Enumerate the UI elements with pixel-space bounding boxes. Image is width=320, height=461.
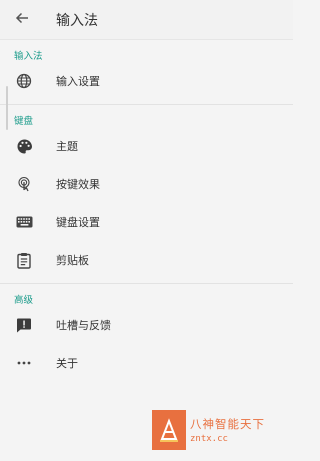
app-bar: 输入法 xyxy=(0,0,293,40)
section-header-keyboard: 键盘 xyxy=(14,116,34,127)
menu-item-label: 吐槽与反馈 xyxy=(56,319,111,332)
watermark-url: zntx.cc xyxy=(190,434,228,444)
menu-item-label: 输入设置 xyxy=(56,75,100,88)
menu-item-label: 按键效果 xyxy=(56,178,100,191)
clipboard-icon xyxy=(13,249,35,271)
section-header-ime: 输入法 xyxy=(14,51,43,62)
globe-icon xyxy=(13,70,35,92)
menu-item-clipboard[interactable]: 剪贴板 xyxy=(0,241,293,279)
palette-icon xyxy=(13,135,35,157)
menu-item-feedback[interactable]: 吐槽与反馈 xyxy=(0,306,293,344)
watermark-title: 八神智能天下 xyxy=(190,417,265,431)
feedback-icon xyxy=(13,314,35,336)
touch-icon xyxy=(13,173,35,195)
menu-item-label: 关于 xyxy=(56,357,78,370)
menu-item-key-effect[interactable]: 按键效果 xyxy=(0,165,293,203)
watermark: 八神智能天下 zntx.cc xyxy=(152,410,293,450)
more-icon xyxy=(13,352,35,374)
menu-item-input-settings[interactable]: 输入设置 xyxy=(0,62,293,100)
arrow-left-icon xyxy=(15,10,29,29)
menu-item-label: 剪贴板 xyxy=(56,254,89,267)
page-title: 输入法 xyxy=(56,12,98,29)
section-header-advanced: 高级 xyxy=(14,295,34,306)
menu-item-theme[interactable]: 主题 xyxy=(0,127,293,165)
menu-item-label: 主题 xyxy=(56,140,78,153)
watermark-logo-icon xyxy=(152,410,186,450)
menu-item-label: 键盘设置 xyxy=(56,216,100,229)
back-button[interactable] xyxy=(0,0,44,40)
keyboard-icon xyxy=(13,211,35,233)
menu-item-about[interactable]: 关于 xyxy=(0,344,293,382)
menu-item-keyboard-settings[interactable]: 键盘设置 xyxy=(0,203,293,241)
